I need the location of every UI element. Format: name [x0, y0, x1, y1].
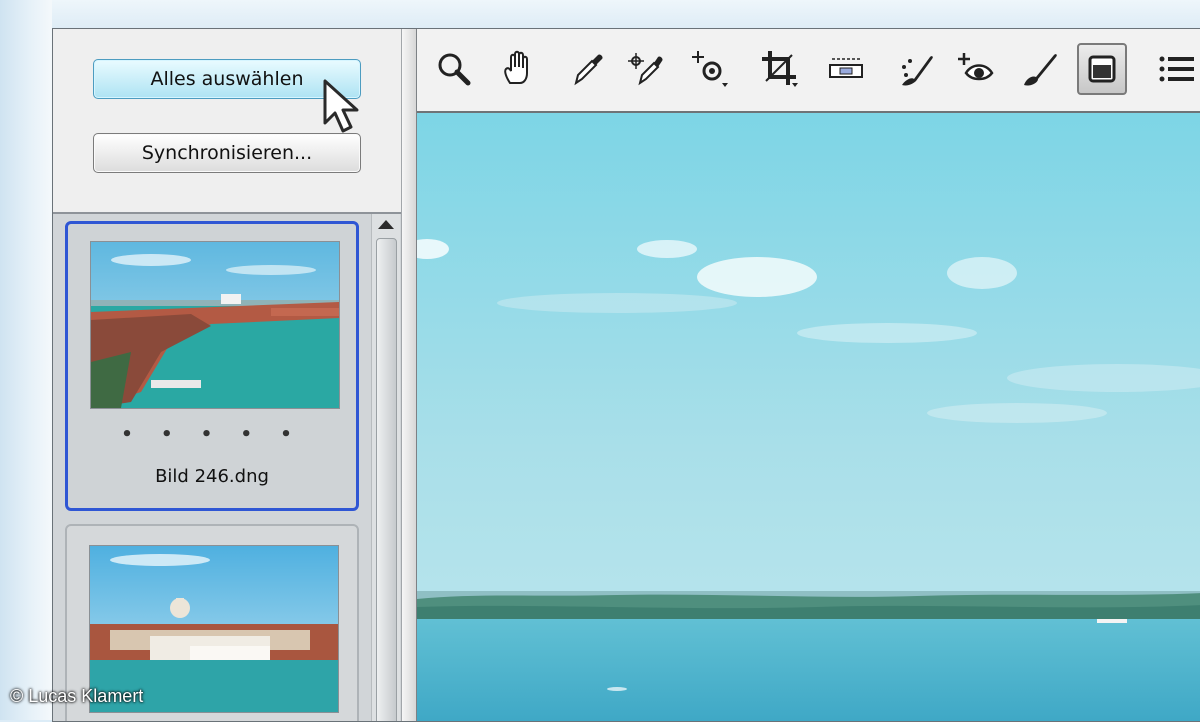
button-area: Alles auswählen Synchronisieren...: [53, 29, 401, 214]
toolbar: [417, 29, 1200, 113]
hand-icon[interactable]: [493, 43, 543, 95]
window-frame-left: [0, 0, 52, 720]
straighten-icon[interactable]: [821, 43, 871, 95]
zoom-icon[interactable]: [429, 43, 479, 95]
copyright-watermark: © Lucas Klamert: [10, 686, 144, 706]
star-rating[interactable]: • • • • •: [68, 424, 356, 445]
filmstrip: • • • • • Bild 246.dng: [53, 214, 401, 721]
synchronize-button[interactable]: Synchronisieren...: [93, 133, 361, 173]
crop-icon[interactable]: [755, 43, 805, 95]
eyedropper-icon[interactable]: [563, 43, 613, 95]
panel-divider[interactable]: [401, 29, 417, 721]
thumbnail-image: [90, 241, 340, 409]
image-preview[interactable]: [417, 113, 1200, 721]
thumbnail-filename: Bild 246.dng: [155, 466, 269, 487]
mouse-cursor-icon: [323, 79, 359, 133]
target-adjust-icon[interactable]: [685, 43, 735, 95]
filmstrip-item[interactable]: • • • • • Bild 246.dng: [65, 221, 359, 511]
scroll-up-arrow-icon[interactable]: [378, 220, 394, 229]
red-eye-icon[interactable]: [951, 43, 1001, 95]
brush-icon[interactable]: [1015, 43, 1065, 95]
left-panel: Alles auswählen Synchronisieren... • • •…: [53, 29, 401, 721]
filmstrip-scrollbar[interactable]: [371, 214, 400, 721]
camera-raw-window: Alles auswählen Synchronisieren... • • •…: [52, 28, 1200, 722]
scrollbar-thumb[interactable]: [376, 238, 397, 721]
color-sampler-icon[interactable]: [621, 43, 671, 95]
preview-panel: [417, 29, 1200, 721]
preview-toggle-icon[interactable]: [1077, 43, 1127, 95]
list-icon[interactable]: [1151, 43, 1200, 95]
spot-removal-icon[interactable]: [891, 43, 941, 95]
